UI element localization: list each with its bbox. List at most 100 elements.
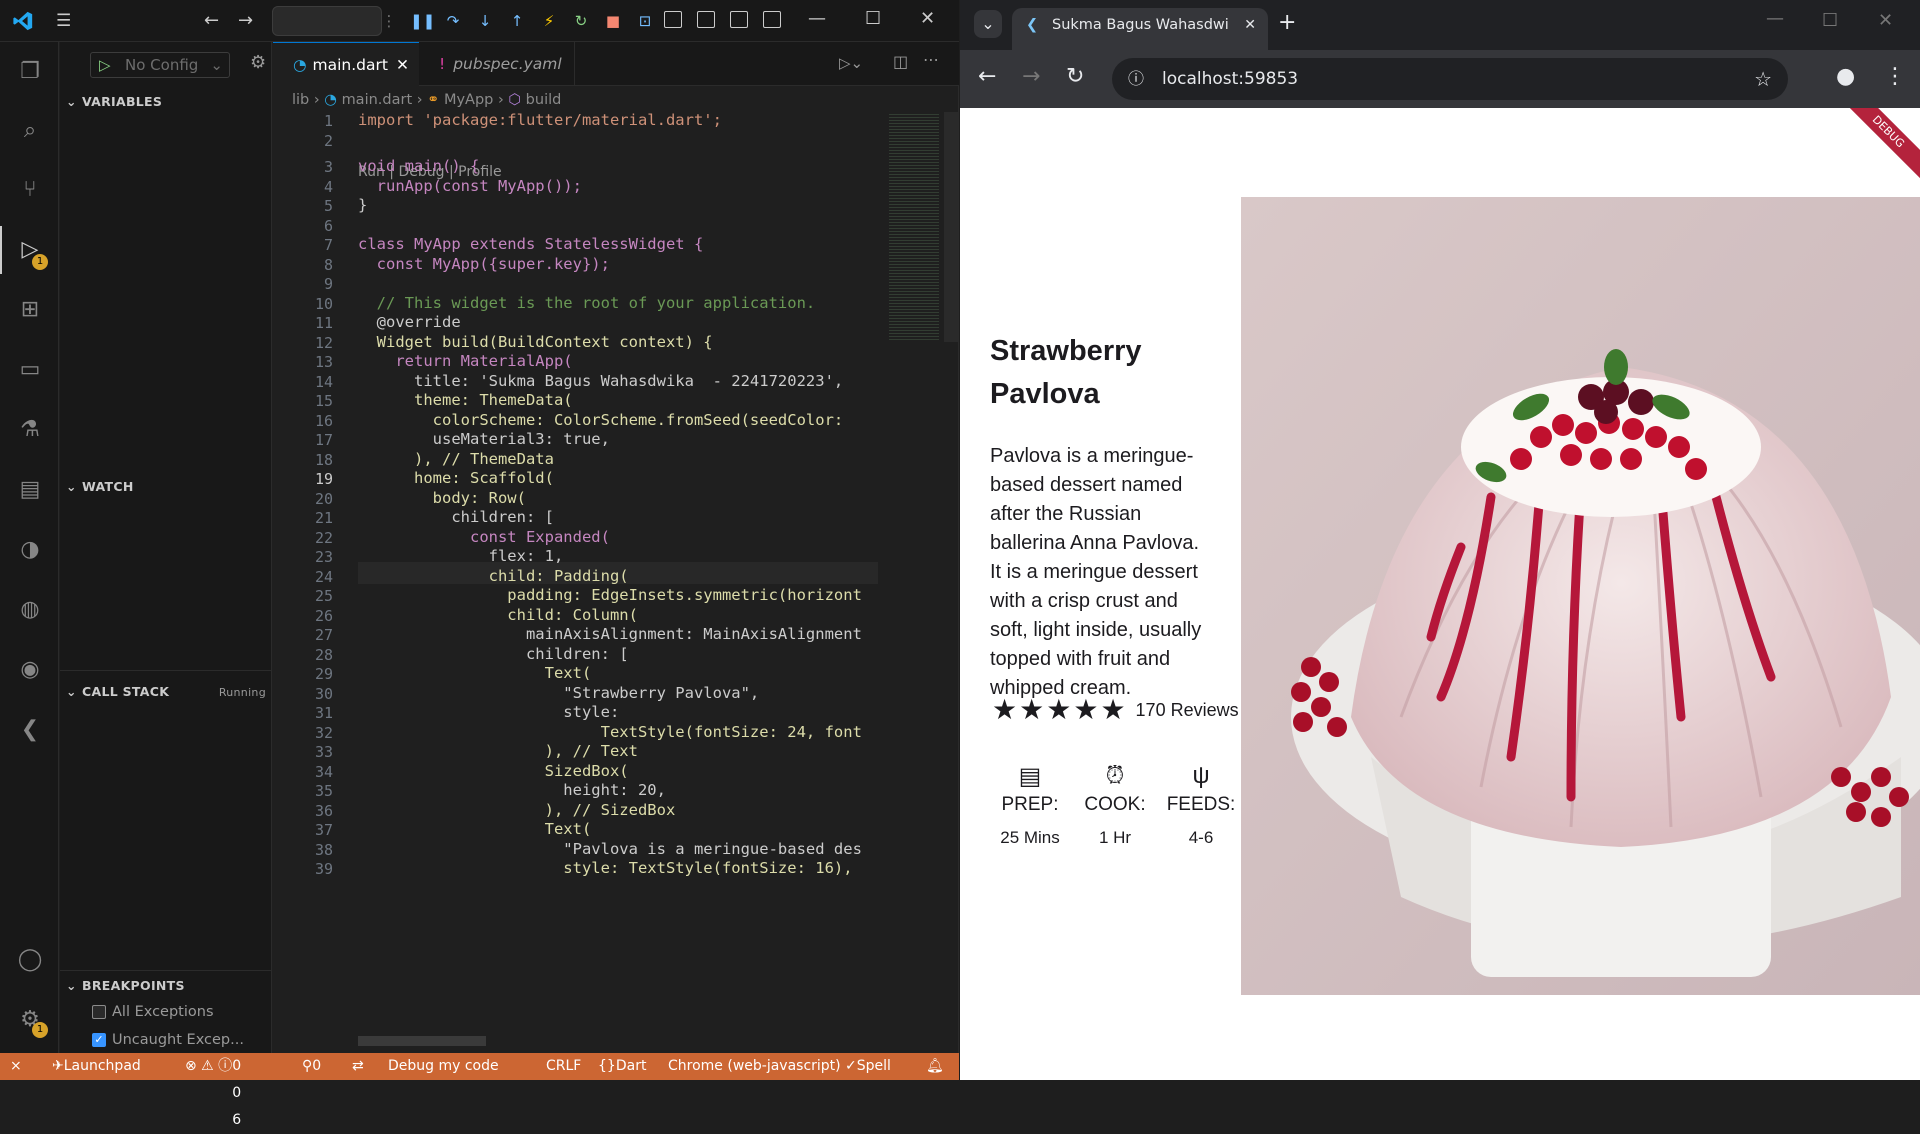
code-line[interactable]: ), // Text <box>358 742 638 760</box>
checkbox-checked[interactable]: ✓ <box>92 1033 106 1047</box>
forward-arrow-icon[interactable]: → <box>238 10 253 31</box>
source-control-icon[interactable]: ⑂ <box>16 176 44 204</box>
explorer-icon[interactable]: ❐ <box>16 58 44 86</box>
line-number[interactable]: 39 <box>273 860 333 878</box>
ports-item[interactable]: ⚲ 0 <box>302 1053 321 1080</box>
line-number[interactable]: 4 <box>273 178 333 196</box>
menu-icon[interactable]: ☰ <box>56 12 78 30</box>
code-line[interactable]: style: TextStyle(fontSize: 16), <box>358 859 852 877</box>
git-graph-icon[interactable]: ◑ <box>16 536 44 564</box>
code-line[interactable]: theme: ThemeData( <box>358 391 573 409</box>
code-line[interactable]: height: 20, <box>358 781 666 799</box>
tab-pubspec-yaml[interactable]: ! pubspec.yaml <box>419 42 575 86</box>
line-number[interactable]: 37 <box>273 821 333 839</box>
line-number[interactable]: 32 <box>273 724 333 742</box>
site-info-icon[interactable]: ⓘ <box>1128 58 1144 100</box>
line-number[interactable]: 26 <box>273 607 333 625</box>
problems-item[interactable]: ⊗ ⚠ ⓘ 0 0 6 <box>185 1053 241 1128</box>
line-number[interactable]: 16 <box>273 412 333 430</box>
code-line[interactable]: home: Scaffold( <box>358 469 554 487</box>
code-line[interactable]: "Pavlova is a meringue-based des <box>358 840 862 858</box>
code-line[interactable]: padding: EdgeInsets.symmetric(horizont <box>358 586 862 604</box>
line-number[interactable]: 8 <box>273 256 333 274</box>
testing-icon[interactable]: ⚗ <box>16 416 44 444</box>
line-number[interactable]: 20 <box>273 490 333 508</box>
language-item[interactable]: {} Dart <box>598 1053 646 1080</box>
line-number[interactable]: 10 <box>273 295 333 313</box>
code-line[interactable]: flex: 1, <box>358 547 564 565</box>
code-line[interactable]: runApp(const MyApp()); <box>358 177 582 195</box>
line-number[interactable]: 21 <box>273 509 333 527</box>
maximize-icon[interactable]: ☐ <box>1822 10 1838 31</box>
code-line[interactable]: const MyApp({super.key}); <box>358 255 610 273</box>
step-into-icon[interactable]: ↓ <box>474 12 496 30</box>
profile-icon[interactable]: ● <box>1836 64 1855 89</box>
breadcrumb-item[interactable]: lib <box>292 92 309 108</box>
inspect-widget-icon[interactable]: ⊡ <box>634 12 656 30</box>
line-number[interactable]: 12 <box>273 334 333 352</box>
hot-reload-icon[interactable]: ⚡ <box>538 12 560 30</box>
code-line[interactable]: ), // SizedBox <box>358 801 676 819</box>
browser-tab[interactable]: ❮ Sukma Bagus Wahasdwika - 22 ✕ <box>1012 8 1268 50</box>
more-actions-icon[interactable]: ⋯ <box>923 50 939 69</box>
line-number[interactable]: 35 <box>273 782 333 800</box>
horizontal-scrollbar[interactable] <box>358 1036 486 1046</box>
chrome-menu-icon[interactable]: ⋮ <box>1884 64 1906 89</box>
call-stack-section-header[interactable]: ⌄ CALL STACK Running <box>66 684 266 699</box>
globe-icon[interactable]: ◍ <box>16 596 44 624</box>
close-tab-icon[interactable]: ✕ <box>396 43 409 87</box>
line-number[interactable]: 5 <box>273 197 333 215</box>
step-out-icon[interactable]: ↑ <box>506 12 528 30</box>
tab-main-dart[interactable]: ◔ main.dart ✕ <box>273 42 419 86</box>
variables-section-header[interactable]: ⌄ VARIABLES <box>66 94 162 109</box>
start-debug-icon[interactable]: ▷ <box>99 53 111 77</box>
breadcrumb-item[interactable]: main.dart <box>342 92 413 108</box>
code-line[interactable]: useMaterial3: true, <box>358 430 610 448</box>
spell-item[interactable]: ✓ Spell <box>845 1053 891 1080</box>
line-number[interactable]: 33 <box>273 743 333 761</box>
remote-icon[interactable]: ⨯ <box>10 1053 22 1080</box>
code-line[interactable]: const Expanded( <box>358 528 610 546</box>
line-number[interactable]: 7 <box>273 236 333 254</box>
github-icon[interactable]: ◉ <box>16 656 44 684</box>
breakpoint-all-exceptions[interactable]: All Exceptions <box>92 1004 214 1020</box>
code-line[interactable]: // This widget is the root of your appli… <box>358 294 816 312</box>
line-number[interactable]: 14 <box>273 373 333 391</box>
code-line[interactable]: Widget build(BuildContext context) { <box>358 333 713 351</box>
code-line[interactable]: child: Padding( <box>358 567 629 585</box>
eol-item[interactable]: CRLF <box>546 1053 581 1080</box>
back-arrow-icon[interactable]: ← <box>204 10 219 31</box>
bookmark-star-icon[interactable]: ☆ <box>1754 58 1772 100</box>
run-file-icon[interactable]: ▷⌄ <box>839 54 863 72</box>
line-number[interactable]: 30 <box>273 685 333 703</box>
breakpoints-section-header[interactable]: ⌄ BREAKPOINTS <box>66 978 185 993</box>
maximize-icon[interactable]: ☐ <box>865 8 881 29</box>
checkbox[interactable] <box>92 1005 106 1019</box>
back-arrow-icon[interactable]: ← <box>978 64 996 89</box>
line-number[interactable]: 25 <box>273 587 333 605</box>
line-number[interactable]: 18 <box>273 451 333 469</box>
notifications-bell-icon[interactable]: 🔔︎ <box>926 1053 944 1080</box>
line-number[interactable]: 19 <box>273 470 333 488</box>
line-number[interactable]: 27 <box>273 626 333 644</box>
line-number[interactable]: 24 <box>273 568 333 586</box>
search-icon[interactable]: ⌕ <box>16 117 44 145</box>
code-line[interactable]: SizedBox( <box>358 762 629 780</box>
line-number[interactable]: 1 <box>273 112 333 130</box>
line-number[interactable]: 9 <box>273 275 333 293</box>
code-line[interactable]: title: 'Sukma Bagus Wahasdwika - 2241720… <box>358 372 843 390</box>
code-line[interactable]: Text( <box>358 664 592 682</box>
line-number[interactable]: 36 <box>273 802 333 820</box>
split-editor-icon[interactable]: ◫ <box>893 52 908 71</box>
drag-handle-icon[interactable]: ⋮ <box>378 12 400 30</box>
line-number[interactable]: 3 <box>273 158 333 176</box>
line-number[interactable]: 2 <box>273 132 333 150</box>
code-line[interactable]: @override <box>358 313 461 331</box>
run-config-select[interactable]: ▷ No Config ⌄ <box>90 52 230 78</box>
remote-explorer-icon[interactable]: ▭ <box>16 356 44 384</box>
line-number[interactable]: 34 <box>273 763 333 781</box>
code-line[interactable]: child: Column( <box>358 606 638 624</box>
breadcrumb-item[interactable]: build <box>526 92 562 108</box>
line-number[interactable]: 17 <box>273 431 333 449</box>
pause-icon[interactable]: ❚❚ <box>410 12 435 30</box>
